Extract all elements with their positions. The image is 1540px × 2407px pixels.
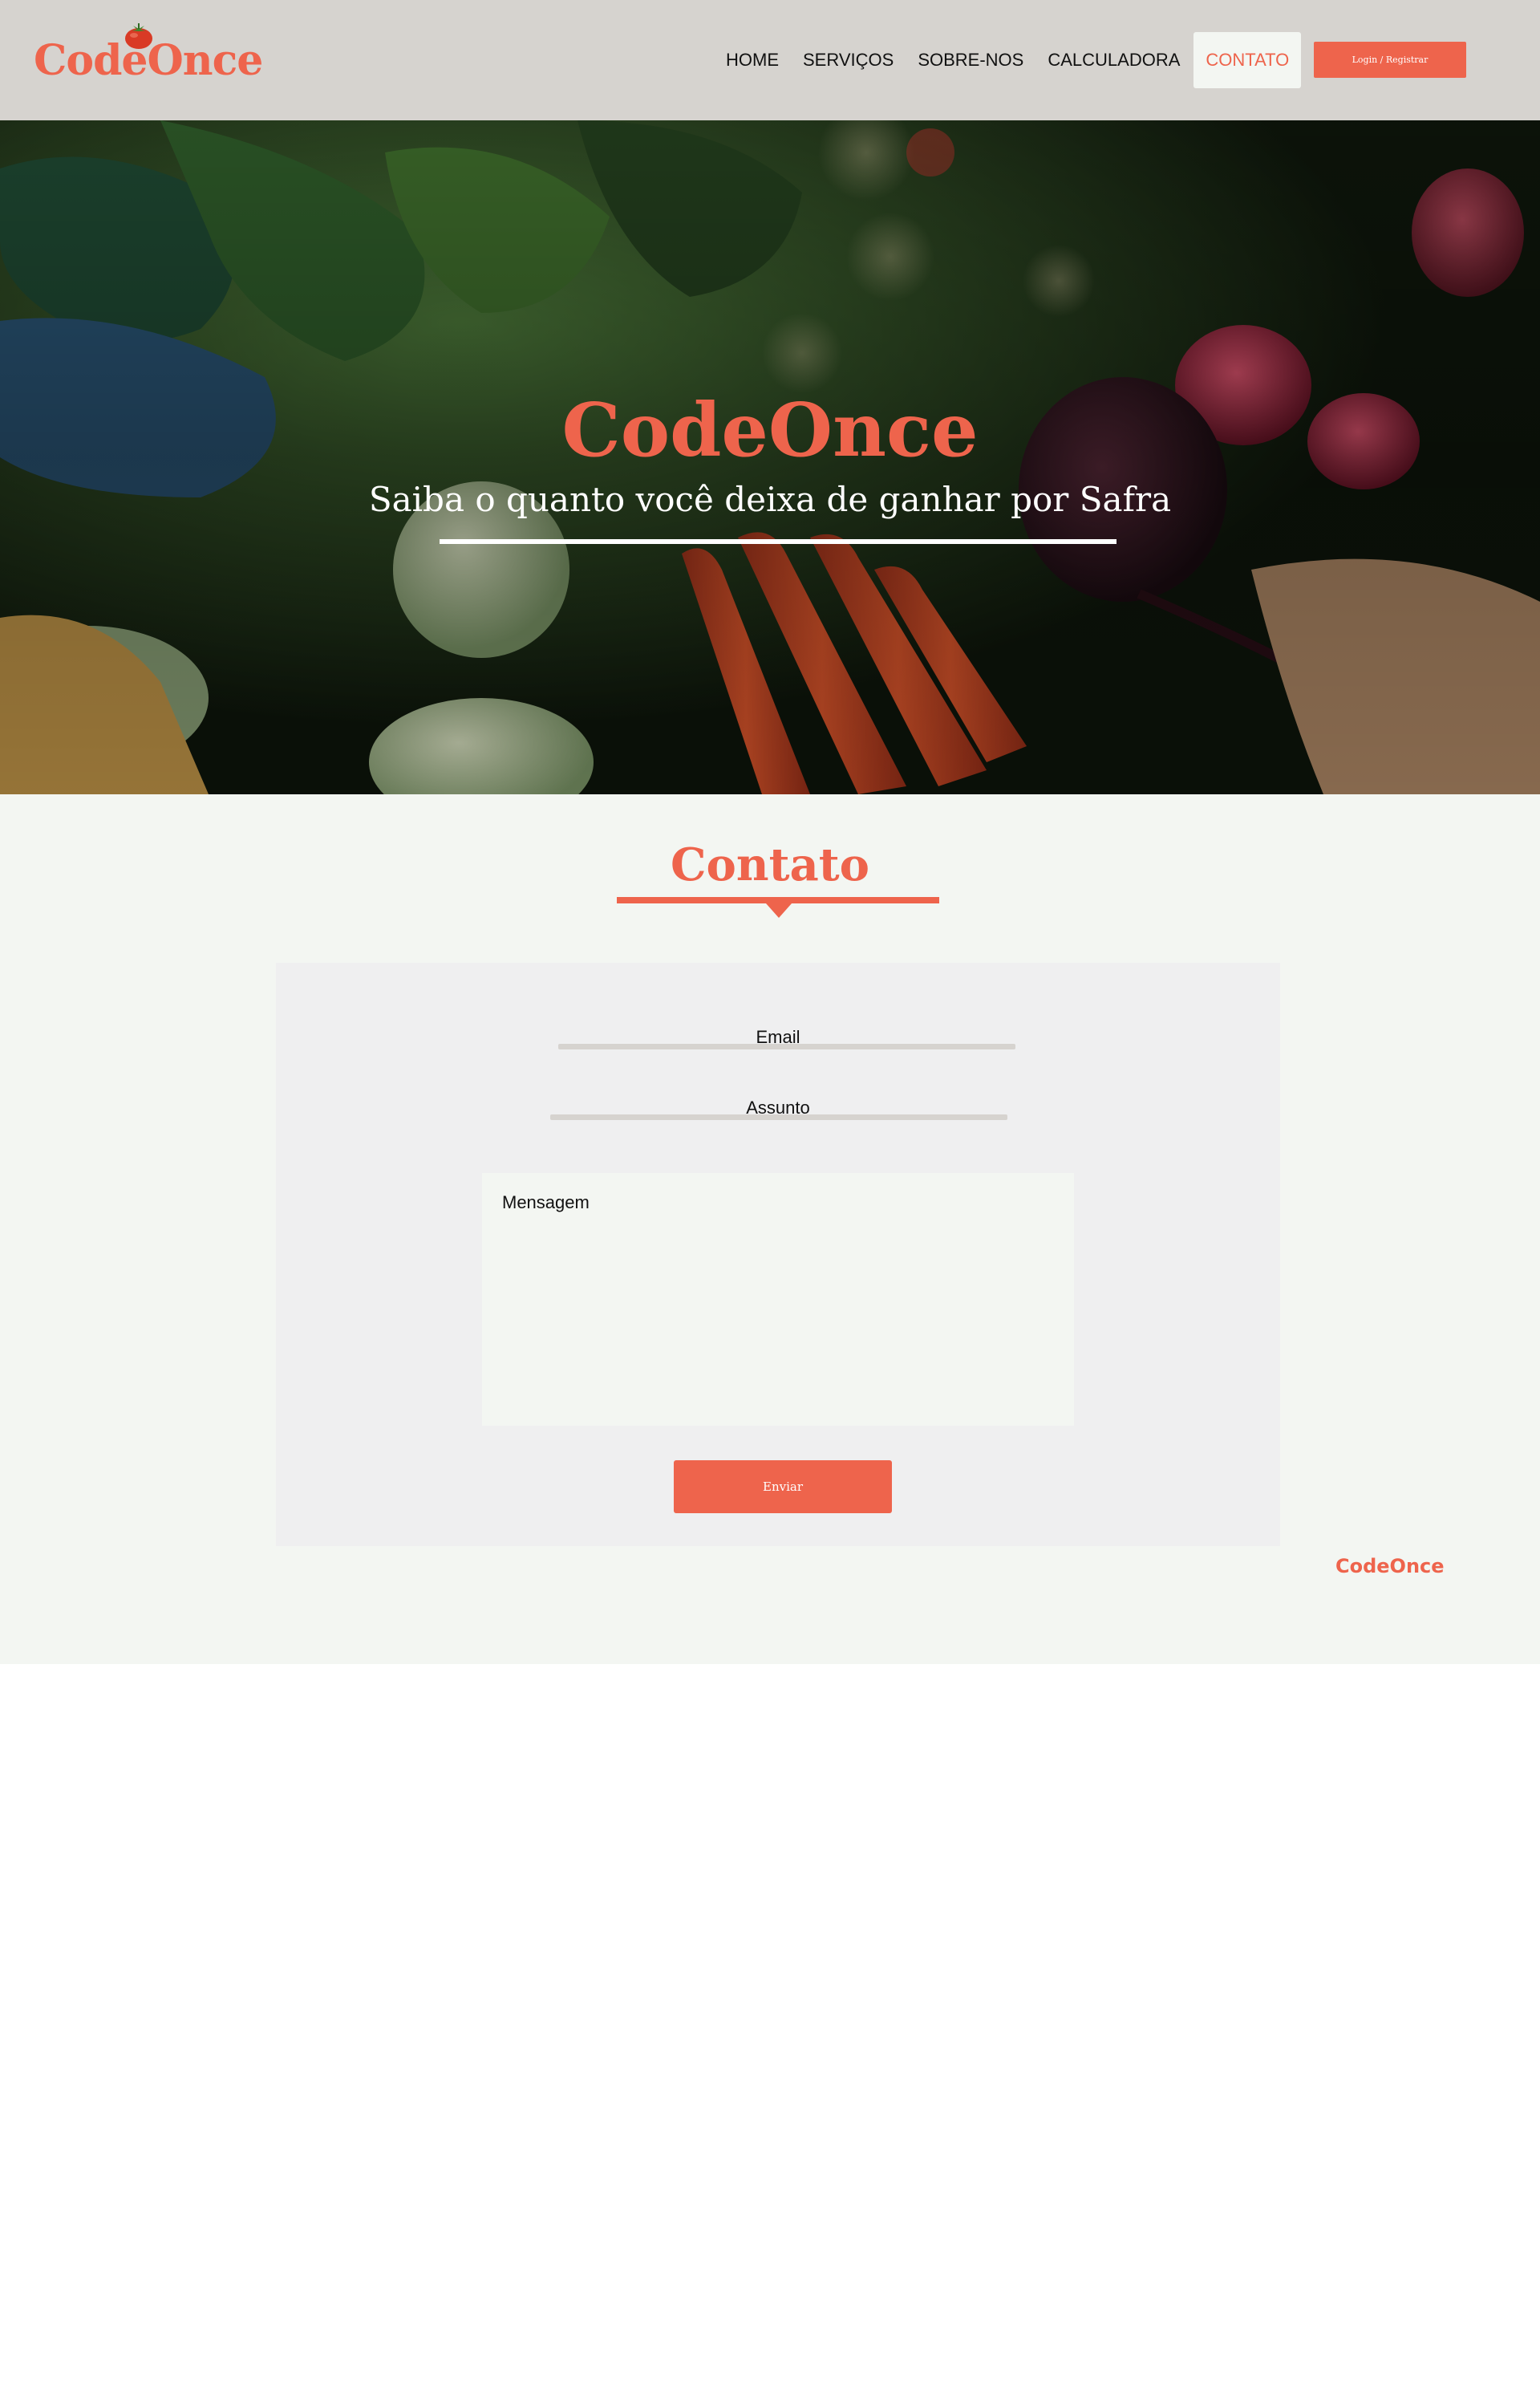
nav-servicos[interactable]: SERVIÇOS: [791, 32, 906, 88]
site-header: CodeOnce HOME SERVIÇOS SOBRE-NOS CALCULA…: [0, 0, 1540, 120]
contact-section: Contato Email Assunto Mensagem Enviar Co…: [0, 794, 1540, 1664]
nav-calculadora[interactable]: CALCULADORA: [1035, 32, 1192, 88]
title-arrow-marker: [766, 903, 792, 918]
subject-field[interactable]: [550, 1114, 1007, 1120]
contact-form: Email Assunto Mensagem Enviar: [276, 963, 1280, 1546]
hero-divider: [440, 539, 1116, 544]
email-field[interactable]: [558, 1044, 1015, 1049]
title-underline: [617, 897, 939, 903]
nav-home[interactable]: HOME: [714, 32, 791, 88]
footer-brand[interactable]: CodeOnce: [1335, 1555, 1445, 1577]
contact-title: Contato: [670, 838, 869, 891]
hero-banner: CodeOnce Saiba o quanto você deixa de ga…: [0, 120, 1540, 794]
message-placeholder: Mensagem: [502, 1192, 590, 1212]
nav-sobre-nos[interactable]: SOBRE-NOS: [906, 32, 1035, 88]
login-register-button[interactable]: Login / Registrar: [1314, 42, 1466, 78]
hero-title: CodeOnce: [561, 387, 979, 473]
logo[interactable]: CodeOnce: [34, 18, 263, 98]
logo-text: CodeOnce: [34, 36, 263, 85]
nav-contato[interactable]: CONTATO: [1194, 32, 1302, 88]
send-button[interactable]: Enviar: [674, 1460, 892, 1513]
message-textarea[interactable]: Mensagem: [482, 1173, 1074, 1426]
main-nav: HOME SERVIÇOS SOBRE-NOS CALCULADORA CONT…: [714, 32, 1302, 88]
hero-subtitle: Saiba o quanto você deixa de ganhar por …: [368, 480, 1172, 519]
